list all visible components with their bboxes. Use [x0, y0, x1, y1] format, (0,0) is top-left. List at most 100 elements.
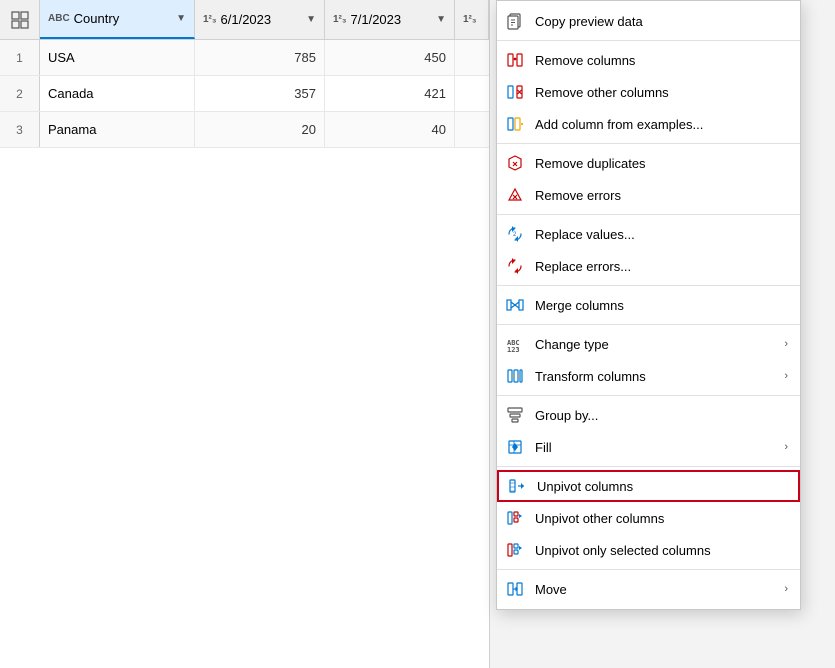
row-number-1: 1 [0, 40, 40, 75]
divider [497, 569, 800, 570]
cell-country-2: Canada [40, 76, 195, 111]
fill-icon [505, 437, 525, 457]
add-column-examples-label: Add column from examples... [535, 117, 788, 132]
col-dropdown-country[interactable]: ▼ [176, 13, 186, 24]
move-label: Move [535, 582, 774, 597]
table-row: 2 Canada 357 421 [0, 76, 489, 112]
col-dropdown-date1[interactable]: ▼ [306, 14, 316, 25]
col-type-icon-date2: 1²₃ [333, 14, 347, 25]
menu-item-merge-columns[interactable]: Merge columns [497, 289, 800, 321]
cell-val1-3: 20 [195, 112, 325, 147]
group-by-label: Group by... [535, 408, 788, 423]
cell-country-3: Panama [40, 112, 195, 147]
remove-errors-icon [505, 185, 525, 205]
menu-item-unpivot-columns[interactable]: Unpivot columns [497, 470, 800, 502]
menu-item-replace-errors[interactable]: Replace errors... [497, 250, 800, 282]
grid-icon [11, 11, 29, 29]
svg-text:123: 123 [507, 346, 520, 353]
merge-columns-label: Merge columns [535, 298, 788, 313]
table-row: 1 USA 785 450 [0, 40, 489, 76]
col-label-date2: 7/1/2023 [351, 12, 431, 27]
col-header-extra[interactable]: 1²₃ 8 [455, 0, 489, 39]
menu-item-unpivot-only-selected[interactable]: Unpivot only selected columns [497, 534, 800, 566]
remove-duplicates-label: Remove duplicates [535, 156, 788, 171]
change-type-label: Change type [535, 337, 774, 352]
move-arrow: › [784, 583, 788, 595]
unpivot-only-selected-label: Unpivot only selected columns [535, 543, 788, 558]
transform-columns-icon [505, 366, 525, 386]
divider [497, 143, 800, 144]
cell-val2-3: 40 [325, 112, 455, 147]
menu-item-move[interactable]: Move › [497, 573, 800, 605]
replace-errors-label: Replace errors... [535, 259, 788, 274]
row-number-3: 3 [0, 112, 40, 147]
menu-item-remove-other-columns[interactable]: Remove other columns [497, 76, 800, 108]
remove-duplicates-icon [505, 153, 525, 173]
col-header-country[interactable]: ABC Country ▼ [40, 0, 195, 39]
context-menu: Copy preview data Remove columns Remove … [496, 0, 801, 610]
remove-other-columns-label: Remove other columns [535, 85, 788, 100]
grid-icon-cell [0, 0, 40, 39]
copy-preview-icon [505, 11, 525, 31]
group-by-icon [505, 405, 525, 425]
col-type-icon-extra: 1²₃ [463, 14, 477, 25]
menu-item-remove-errors[interactable]: Remove errors [497, 179, 800, 211]
remove-columns-icon [505, 50, 525, 70]
table-area: ABC Country ▼ 1²₃ 6/1/2023 ▼ 1²₃ 7/1/202… [0, 0, 490, 668]
col-header-date1[interactable]: 1²₃ 6/1/2023 ▼ [195, 0, 325, 39]
col-dropdown-date2[interactable]: ▼ [436, 14, 446, 25]
replace-values-label: Replace values... [535, 227, 788, 242]
menu-item-remove-columns[interactable]: Remove columns [497, 44, 800, 76]
remove-errors-label: Remove errors [535, 188, 788, 203]
move-icon [505, 579, 525, 599]
divider [497, 466, 800, 467]
add-column-examples-icon [505, 114, 525, 134]
divider [497, 324, 800, 325]
divider [497, 285, 800, 286]
menu-item-change-type[interactable]: ABC 123 Change type › [497, 328, 800, 360]
remove-other-columns-icon [505, 82, 525, 102]
change-type-icon: ABC 123 [505, 334, 525, 354]
cell-val2-1: 450 [325, 40, 455, 75]
fill-arrow: › [784, 441, 788, 453]
table-header: ABC Country ▼ 1²₃ 6/1/2023 ▼ 1²₃ 7/1/202… [0, 0, 489, 40]
menu-item-remove-duplicates[interactable]: Remove duplicates [497, 147, 800, 179]
col-label-date1: 6/1/2023 [221, 12, 301, 27]
transform-columns-label: Transform columns [535, 369, 774, 384]
unpivot-only-selected-icon [505, 540, 525, 560]
replace-values-icon: 2 [505, 224, 525, 244]
row-number-2: 2 [0, 76, 40, 111]
col-type-icon-country: ABC [48, 13, 70, 24]
col-label-country: Country [74, 11, 170, 26]
unpivot-other-columns-icon [505, 508, 525, 528]
menu-item-copy-preview[interactable]: Copy preview data [497, 5, 800, 37]
unpivot-columns-label: Unpivot columns [537, 479, 786, 494]
menu-item-unpivot-other-columns[interactable]: Unpivot other columns [497, 502, 800, 534]
merge-columns-icon [505, 295, 525, 315]
divider [497, 395, 800, 396]
unpivot-columns-icon [507, 476, 527, 496]
cell-val1-1: 785 [195, 40, 325, 75]
replace-errors-icon [505, 256, 525, 276]
remove-columns-label: Remove columns [535, 53, 788, 68]
svg-text:2: 2 [513, 232, 517, 238]
unpivot-other-columns-label: Unpivot other columns [535, 511, 788, 526]
table-body: 1 USA 785 450 2 Canada 357 421 3 Panama … [0, 40, 489, 148]
menu-item-fill[interactable]: Fill › [497, 431, 800, 463]
divider [497, 214, 800, 215]
fill-label: Fill [535, 440, 774, 455]
change-type-arrow: › [784, 338, 788, 350]
cell-val1-2: 357 [195, 76, 325, 111]
menu-item-replace-values[interactable]: 2 Replace values... [497, 218, 800, 250]
copy-preview-label: Copy preview data [535, 14, 788, 29]
transform-columns-arrow: › [784, 370, 788, 382]
divider [497, 40, 800, 41]
col-header-date2[interactable]: 1²₃ 7/1/2023 ▼ [325, 0, 455, 39]
cell-val2-2: 421 [325, 76, 455, 111]
menu-item-add-column-examples[interactable]: Add column from examples... [497, 108, 800, 140]
col-type-icon-date1: 1²₃ [203, 14, 217, 25]
cell-country-1: USA [40, 40, 195, 75]
table-row: 3 Panama 20 40 [0, 112, 489, 148]
menu-item-transform-columns[interactable]: Transform columns › [497, 360, 800, 392]
menu-item-group-by[interactable]: Group by... [497, 399, 800, 431]
